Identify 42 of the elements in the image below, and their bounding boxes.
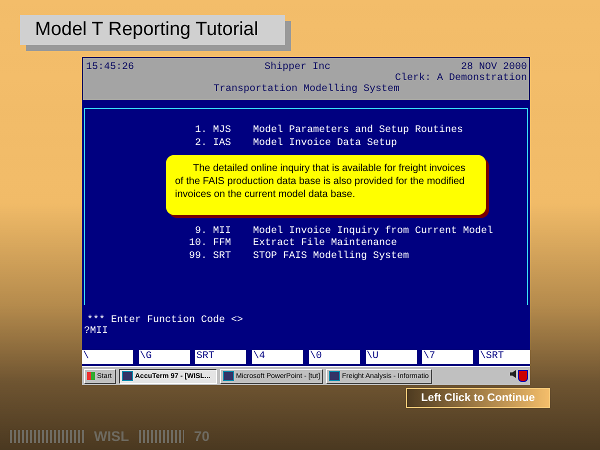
- menu-label: STOP FAIS Modelling System: [252, 250, 410, 264]
- clerk-text: Clerk: A Demonstration: [394, 73, 527, 84]
- function-key[interactable]: \0: [308, 350, 360, 364]
- menu-code: MII: [212, 226, 232, 238]
- function-key[interactable]: \: [82, 350, 133, 364]
- menu-label: Model Invoice Data Setup: [252, 138, 398, 150]
- menu-number: 9.: [194, 226, 207, 238]
- time-text: 15:45:26: [86, 62, 134, 73]
- company-text: Shipper Inc: [264, 62, 330, 73]
- menu-label: Model Invoice Inquiry from Current Model: [252, 226, 494, 238]
- function-key[interactable]: \U: [366, 350, 417, 364]
- function-key[interactable]: \7: [422, 350, 474, 364]
- function-key[interactable]: \4: [252, 350, 304, 364]
- command-input[interactable]: ?MII: [84, 326, 114, 337]
- footer-org: WISL: [94, 428, 129, 444]
- window-icon: [122, 371, 133, 381]
- menu-number: 10.: [188, 238, 207, 251]
- function-key[interactable]: \G: [138, 350, 190, 364]
- callout-note: The detailed online inquiry that is available for freight invoices of the FAIS production data base is also provided for the modified invoices on the current model data base.: [166, 155, 486, 215]
- function-key[interactable]: \SRT: [478, 350, 530, 364]
- window-icon: [329, 371, 340, 381]
- menu-code: FFM: [212, 238, 232, 251]
- shield-icon: [518, 370, 528, 382]
- menu-label: Extract File Maintenance: [252, 238, 398, 250]
- menu-code: IAS: [212, 138, 232, 150]
- menu-label: Model Parameters and Setup Routines: [252, 125, 464, 138]
- function-key[interactable]: SRT: [195, 350, 246, 364]
- window-icon: [223, 371, 234, 381]
- continue-button[interactable]: Left Click to Continue: [406, 388, 550, 408]
- slide-title: Model T Reporting Tutorial: [20, 15, 285, 45]
- speaker-icon: [510, 370, 516, 378]
- menu-number: 99.: [188, 250, 207, 264]
- date-text: 28 NOV 2000: [460, 62, 527, 73]
- menu-number: 1.: [194, 125, 207, 138]
- menu-code: MJS: [212, 125, 232, 138]
- page-number: 70: [194, 428, 210, 444]
- windows-flag-icon: [87, 372, 95, 380]
- prompt-text: *** Enter Function Code <>: [86, 315, 244, 326]
- stripe-decoration: [139, 430, 184, 442]
- system-title: Transportation Modelling System: [212, 84, 401, 95]
- menu-code: SRT: [212, 250, 232, 264]
- menu-number: 2.: [194, 138, 207, 150]
